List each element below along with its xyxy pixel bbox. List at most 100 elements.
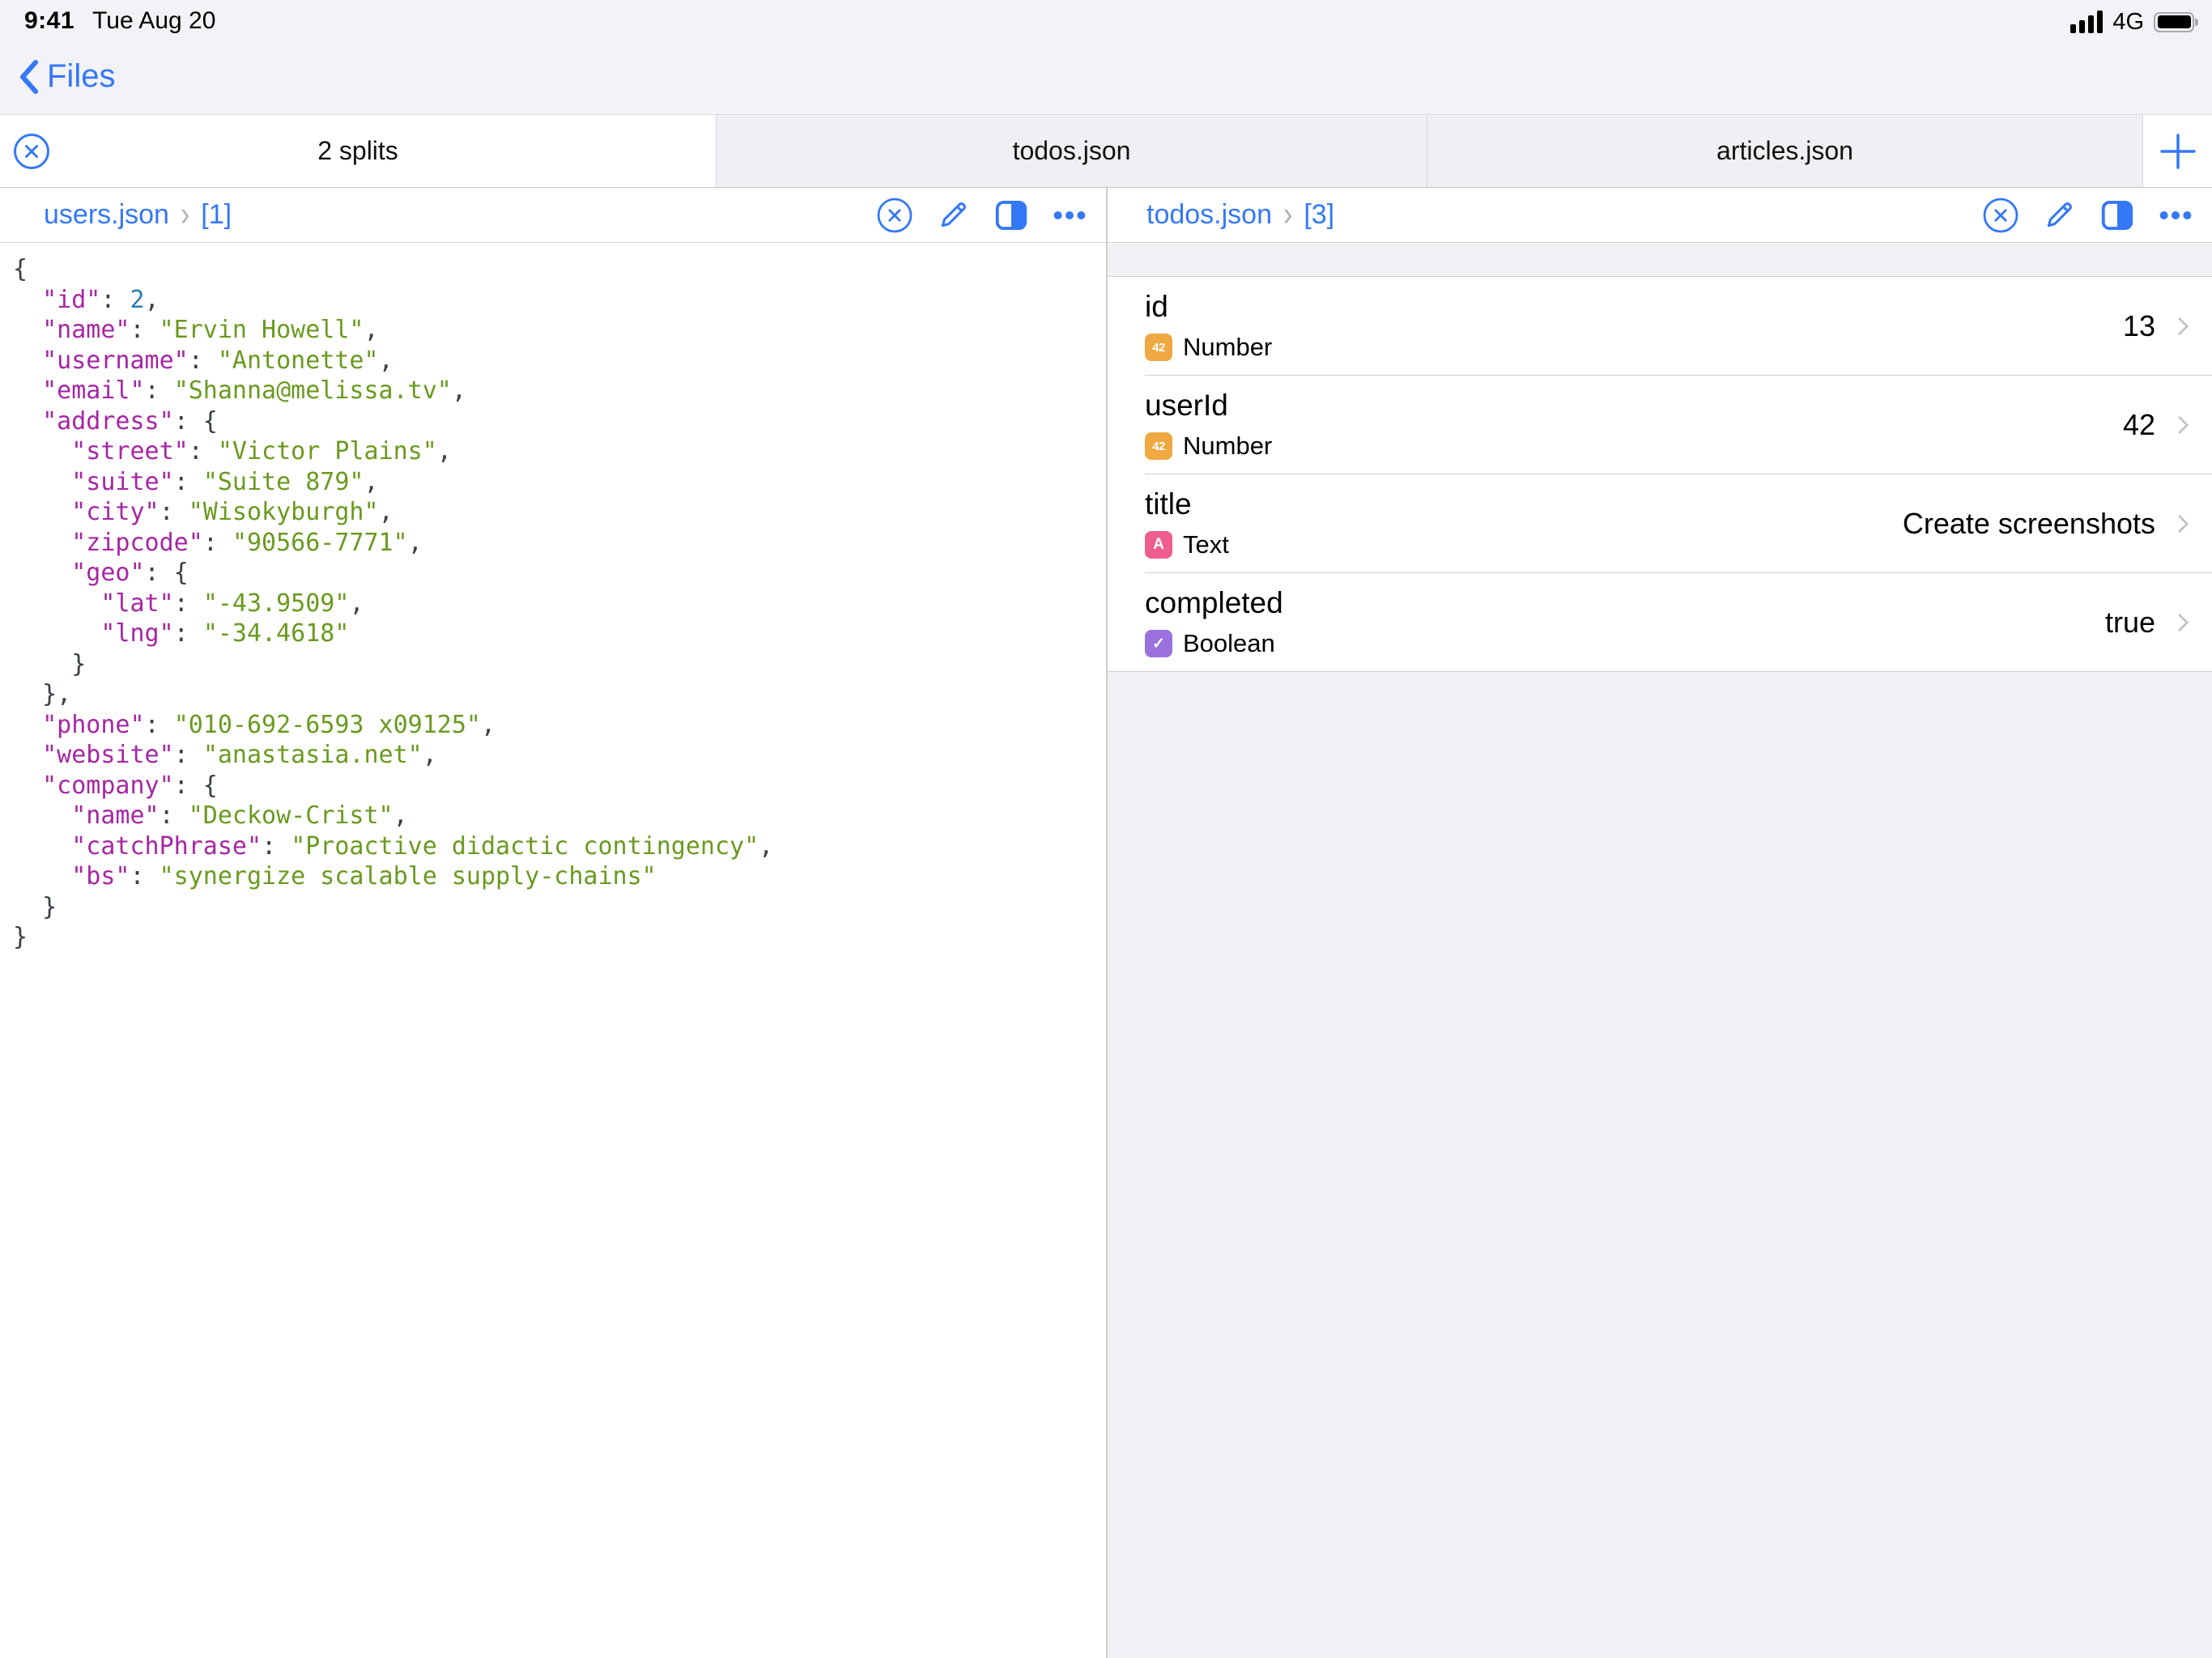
- tab-todos-json[interactable]: todos.json: [716, 115, 1427, 187]
- pane-actions: [1982, 197, 2194, 234]
- field-list: id42Number13userId42Number42titleATextCr…: [1108, 277, 2212, 672]
- network-type-label: 4G: [2112, 9, 2144, 36]
- back-button[interactable]: Files: [18, 58, 115, 95]
- tab-bar: 2 splits todos.json articles.json: [0, 114, 2212, 188]
- code-line: "name": "Ervin Howell",: [13, 315, 1098, 346]
- battery-icon: [2154, 12, 2194, 32]
- json-code-editor[interactable]: { "id": 2, "name": "Ervin Howell", "user…: [0, 243, 1106, 953]
- field-type-label: Number: [1183, 432, 1272, 461]
- split-view-icon[interactable]: [993, 197, 1030, 234]
- back-button-label: Files: [47, 58, 115, 95]
- code-line: "email": "Shanna@melissa.tv",: [13, 376, 1098, 406]
- close-circle-icon[interactable]: [1982, 197, 2019, 234]
- field-type: 42Number: [1145, 432, 1272, 461]
- breadcrumb: todos.json › [3]: [1146, 199, 1334, 231]
- status-bar: 9:41 Tue Aug 20 4G: [0, 0, 2212, 44]
- breadcrumb-separator-icon: ›: [181, 195, 189, 235]
- code-line: "lat": "-43.9509",: [13, 589, 1098, 619]
- field-value: 13: [2123, 309, 2155, 343]
- field-value: 42: [2123, 408, 2155, 442]
- field-type-label: Number: [1183, 333, 1272, 362]
- field-type-label: Boolean: [1183, 629, 1275, 658]
- field-row-completed[interactable]: completed ✓ Boolean true: [1108, 573, 2212, 672]
- code-line: "city": "Wisokyburgh",: [13, 497, 1098, 528]
- field-key: title: [1145, 487, 1192, 521]
- code-line: "bs": "synergize scalable supply-chains": [13, 861, 1098, 892]
- status-date: Tue Aug 20: [92, 7, 215, 35]
- field-value-area: true: [2105, 573, 2191, 672]
- chevron-right-icon: [2171, 515, 2189, 534]
- left-split-pane: users.json › [1] { "id": 2, "name":: [0, 188, 1106, 1658]
- breadcrumb-file[interactable]: users.json: [44, 199, 169, 231]
- code-line: }: [13, 649, 1098, 680]
- code-line: "zipcode": "90566-7771",: [13, 528, 1098, 559]
- add-tab-icon: [2159, 133, 2197, 170]
- nav-bar: Files: [0, 44, 2212, 114]
- list-section-gap: [1108, 244, 2212, 277]
- app-screen: 9:41 Tue Aug 20 4G Files 2 splits todos: [0, 0, 2212, 1658]
- right-pane-header: todos.json › [3]: [1108, 188, 2212, 243]
- code-line: {: [13, 254, 1098, 285]
- field-value-area: 13: [2123, 277, 2191, 376]
- code-line: "lng": "-34.4618": [13, 619, 1098, 649]
- edit-pencil-icon[interactable]: [934, 197, 972, 234]
- field-key: userId: [1145, 389, 1228, 423]
- code-line: "company": {: [13, 771, 1098, 801]
- top-bar: 9:41 Tue Aug 20 4G Files: [0, 0, 2212, 114]
- type-badge-icon: 42: [1145, 334, 1172, 361]
- breadcrumb: users.json › [1]: [44, 199, 232, 231]
- more-ellipsis-icon[interactable]: [2157, 197, 2194, 234]
- split-view-icon[interactable]: [2099, 197, 2136, 234]
- field-type: A Text: [1145, 530, 1229, 559]
- close-circle-icon[interactable]: [876, 197, 913, 234]
- field-type: 42 Number: [1145, 333, 1272, 362]
- tab-label: articles.json: [1716, 136, 1853, 166]
- code-line: "name": "Deckow-Crist",: [13, 801, 1098, 831]
- field-value: true: [2105, 606, 2155, 640]
- code-line: }: [13, 892, 1098, 923]
- code-line: },: [13, 679, 1098, 710]
- breadcrumb-index[interactable]: [3]: [1304, 199, 1334, 231]
- code-line: "suite": "Suite 879",: [13, 467, 1098, 498]
- breadcrumb-index[interactable]: [1]: [201, 199, 232, 231]
- edit-pencil-icon[interactable]: [2040, 197, 2078, 234]
- pane-actions: [876, 197, 1088, 234]
- field-row-title[interactable]: title A Text Create screenshots: [1108, 474, 2212, 573]
- back-chevron-icon: [18, 59, 39, 95]
- field-type: ✓ Boolean: [1145, 629, 1275, 658]
- code-line: "address": {: [13, 406, 1098, 437]
- field-list-background: id42Number13userId42Number42titleATextCr…: [1108, 244, 2212, 1658]
- type-badge-icon: ✓: [1145, 630, 1172, 657]
- code-line: }: [13, 922, 1098, 953]
- code-line: "website": "anastasia.net",: [13, 740, 1098, 771]
- breadcrumb-separator-icon: ›: [1283, 195, 1292, 235]
- status-time: 9:41: [24, 7, 74, 35]
- code-line: "catchPhrase": "Proactive didactic conti…: [13, 831, 1098, 862]
- code-line: "username": "Antonette",: [13, 346, 1098, 376]
- type-badge-icon: A: [1145, 531, 1172, 559]
- add-tab-button[interactable]: [2142, 115, 2212, 187]
- right-split-pane: todos.json › [3] id42Num: [1108, 188, 2212, 1658]
- field-row-id[interactable]: id 42 Number 13: [1108, 277, 2212, 376]
- breadcrumb-file[interactable]: todos.json: [1146, 199, 1272, 231]
- chevron-right-icon: [2171, 416, 2189, 435]
- tab-2-splits[interactable]: 2 splits: [0, 115, 716, 187]
- field-type-label: Text: [1183, 530, 1229, 559]
- chevron-right-icon: [2171, 614, 2189, 632]
- code-line: "phone": "010-692-6593 x09125",: [13, 710, 1098, 741]
- tab-label: todos.json: [1013, 136, 1131, 166]
- tab-articles-json[interactable]: articles.json: [1427, 115, 2142, 187]
- field-value-area: Create screenshots: [1903, 474, 2191, 573]
- field-key: id: [1145, 290, 1168, 324]
- code-line: "street": "Victor Plains",: [13, 436, 1098, 467]
- field-value-area: 42: [2123, 376, 2191, 474]
- field-row-userId[interactable]: userId 42Number 42: [1108, 376, 2212, 474]
- cellular-signal-icon: [2070, 11, 2103, 33]
- code-line: "geo": {: [13, 558, 1098, 589]
- field-key: completed: [1145, 586, 1283, 620]
- close-split-icon[interactable]: [13, 133, 50, 170]
- tab-label: 2 splits: [317, 136, 398, 166]
- chevron-right-icon: [2171, 317, 2189, 336]
- more-ellipsis-icon[interactable]: [1051, 197, 1088, 234]
- code-line: "id": 2,: [13, 285, 1098, 316]
